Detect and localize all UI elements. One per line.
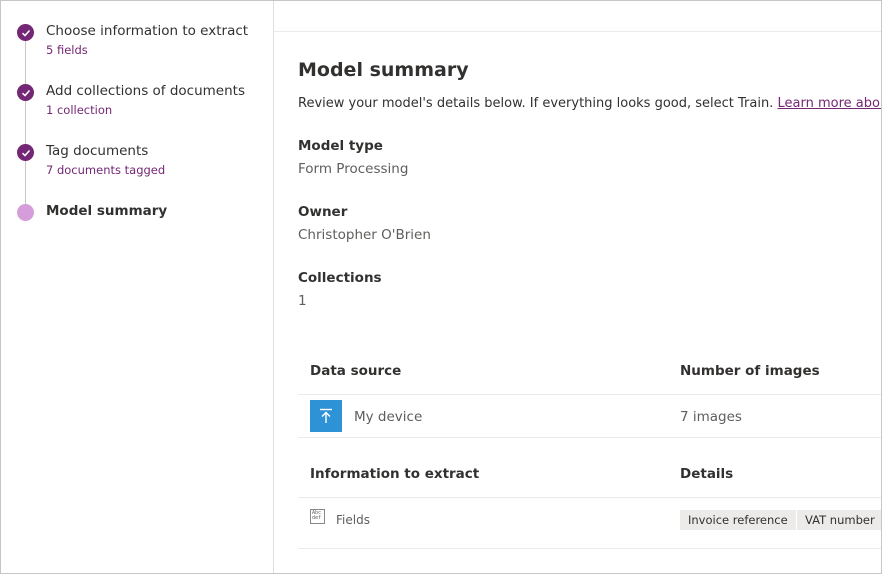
field-tag: Invoice reference <box>680 510 796 530</box>
upload-icon <box>310 400 342 432</box>
model-summary-panel: Model summary Review your model's detail… <box>274 32 881 573</box>
step-subtitle: 5 fields <box>46 43 88 57</box>
step-subtitle: 1 collection <box>46 103 113 117</box>
top-bar <box>274 1 881 32</box>
summary-description: Review your model's details below. If ev… <box>298 96 881 111</box>
description-text: Review your model's details below. If ev… <box>298 96 778 111</box>
extract-item-name: Fields <box>336 513 370 527</box>
step-title: Add collections of documents <box>46 83 245 99</box>
image-count: 7 images <box>680 409 742 425</box>
checkmark-icon <box>17 144 34 161</box>
divider <box>298 548 881 549</box>
progress-stepper: Choose information to extract 5 fields A… <box>1 1 274 573</box>
collections-value: 1 <box>298 293 307 309</box>
owner-label: Owner <box>298 204 348 220</box>
app-window: Choose information to extract 5 fields A… <box>0 0 882 574</box>
model-type-value: Form Processing <box>298 161 409 177</box>
data-source-name: My device <box>354 409 423 425</box>
step-title: Choose information to extract <box>46 23 249 39</box>
column-header-data-source: Data source <box>310 363 402 379</box>
checkmark-icon <box>17 24 34 41</box>
learn-more-link[interactable]: Learn more about training <box>777 96 881 111</box>
column-header-details: Details <box>680 466 734 482</box>
model-type-label: Model type <box>298 138 383 154</box>
page-title: Model summary <box>298 59 469 81</box>
divider <box>298 437 881 438</box>
step-title: Model summary <box>46 203 168 219</box>
collections-label: Collections <box>298 270 382 286</box>
checkmark-icon <box>17 84 34 101</box>
divider <box>298 394 881 395</box>
field-tag: VAT number <box>797 510 881 530</box>
divider <box>298 497 881 498</box>
fields-icon: Abc def <box>310 509 325 524</box>
column-header-number-of-images: Number of images <box>680 363 820 379</box>
owner-value: Christopher O'Brien <box>298 227 431 243</box>
current-step-indicator <box>17 204 34 221</box>
step-title: Tag documents <box>46 143 149 159</box>
column-header-information-to-extract: Information to extract <box>310 466 480 482</box>
step-subtitle: 7 documents tagged <box>46 163 166 177</box>
